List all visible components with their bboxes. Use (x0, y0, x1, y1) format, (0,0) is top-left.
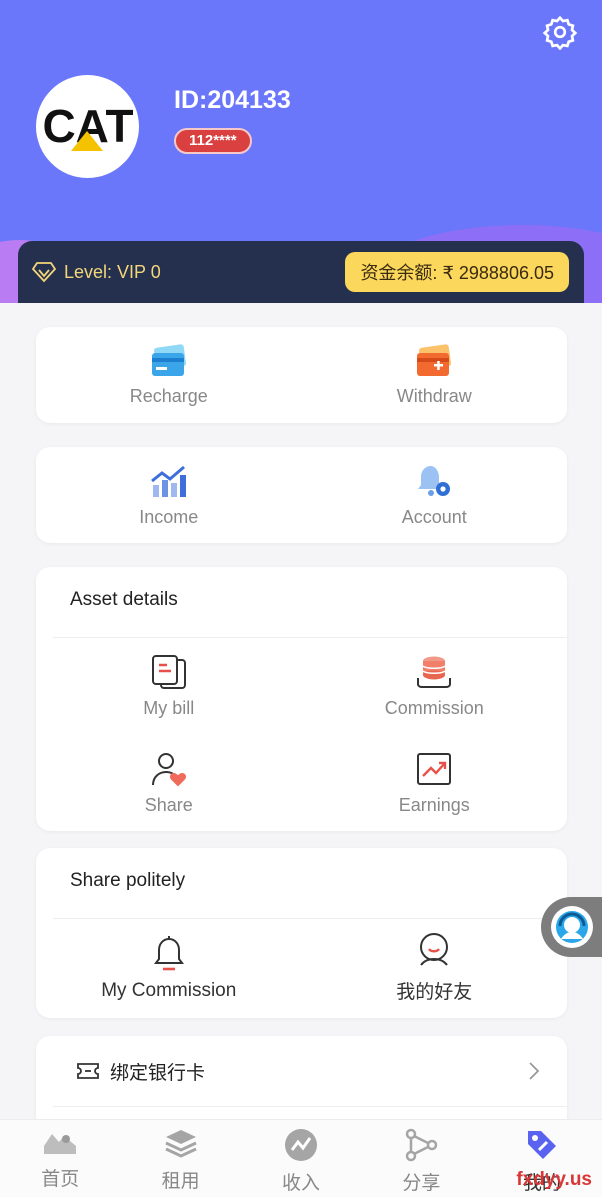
share-politely-title: Share politely (70, 870, 186, 891)
home-icon (44, 1134, 77, 1154)
bell-gear-icon (418, 465, 451, 496)
withdraw-button[interactable]: Withdraw (302, 327, 568, 423)
income-label: Income (139, 506, 199, 527)
level-bar: Level: VIP 0 资金余额: ₹ 2988806.05 (18, 241, 584, 303)
commission-label: Commission (384, 698, 484, 718)
my-commission-label: My Commission (101, 979, 237, 1001)
tab-share[interactable]: 分享 (361, 1120, 481, 1197)
gear-icon[interactable] (542, 14, 578, 50)
card-icon (151, 343, 186, 376)
chevron-right-icon (529, 1062, 540, 1080)
my-friends-label: 我的好友 (396, 982, 473, 1003)
tag-icon (527, 1131, 556, 1159)
my-bill-label: My bill (143, 698, 195, 718)
phone-badge: 112**** (174, 128, 252, 154)
profile-header: CAT ID:204133 112**** Level: VIP 0 资金余额:… (0, 0, 602, 303)
asset-details-title: Asset details (70, 589, 178, 610)
withdraw-label: Withdraw (396, 385, 472, 406)
wallet-plus-icon (417, 343, 452, 376)
tab-home-label: 首页 (41, 1169, 80, 1190)
account-label: Account (401, 506, 467, 527)
bind-bank-card-row[interactable]: 绑定银行卡 (36, 1036, 567, 1106)
asset-details-card: Asset details My bill Commission Share E… (36, 567, 567, 831)
income-button[interactable]: Income (36, 447, 302, 543)
income-icon (285, 1129, 318, 1161)
ticket-icon (77, 1063, 99, 1079)
divider (53, 1106, 567, 1107)
tab-rent-label: 租用 (161, 1171, 200, 1192)
recharge-label: Recharge (129, 385, 208, 406)
bottom-tab-bar: 首页 租用 收入 分享 我的 fxdyy.us (0, 1119, 602, 1197)
coins-icon (417, 656, 452, 688)
cat-logo: CAT (43, 100, 133, 152)
my-commission-button[interactable]: My Commission (36, 919, 302, 1016)
share-icon (406, 1128, 438, 1162)
layers-icon (164, 1130, 197, 1158)
diamond-icon (32, 262, 56, 283)
user-id: ID:204133 (174, 86, 291, 114)
tab-share-label: 分享 (402, 1173, 441, 1194)
earnings-label: Earnings (398, 795, 470, 815)
bill-icon (151, 655, 186, 689)
user-heart-icon (151, 753, 186, 787)
friend-icon (420, 933, 449, 966)
account-button[interactable]: Account (302, 447, 568, 543)
commission-button[interactable]: Commission (302, 638, 568, 735)
chart-up-icon (150, 465, 186, 497)
tab-home[interactable]: 首页 (0, 1120, 120, 1197)
balance-badge: 资金余额: ₹ 2988806.05 (345, 252, 569, 292)
trend-icon (417, 753, 452, 785)
share-button[interactable]: Share (36, 735, 302, 832)
my-friends-button[interactable]: 我的好友 (302, 919, 568, 1016)
share-politely-card: Share politely My Commission 我的好友 (36, 848, 567, 1018)
watermark: fxdyy.us (516, 1169, 592, 1190)
customer-service-icon (551, 906, 593, 948)
customer-service-button[interactable] (541, 897, 602, 957)
quick-actions-card: Recharge Withdraw (36, 327, 567, 423)
tab-rent[interactable]: 租用 (120, 1120, 240, 1197)
avatar[interactable]: CAT (36, 75, 139, 178)
vip-level: Level: VIP 0 (32, 261, 161, 283)
bell-icon (153, 935, 184, 970)
bind-bank-card-label: 绑定银行卡 (110, 1062, 206, 1084)
earnings-button[interactable]: Earnings (302, 735, 568, 832)
level-text: Level: VIP 0 (64, 261, 161, 282)
my-bill-button[interactable]: My bill (36, 638, 302, 735)
share-label: Share (144, 795, 193, 815)
quick-actions-card-2: Income Account (36, 447, 567, 543)
recharge-button[interactable]: Recharge (36, 327, 302, 423)
tab-income-label: 收入 (282, 1173, 321, 1194)
tab-income[interactable]: 收入 (241, 1120, 361, 1197)
